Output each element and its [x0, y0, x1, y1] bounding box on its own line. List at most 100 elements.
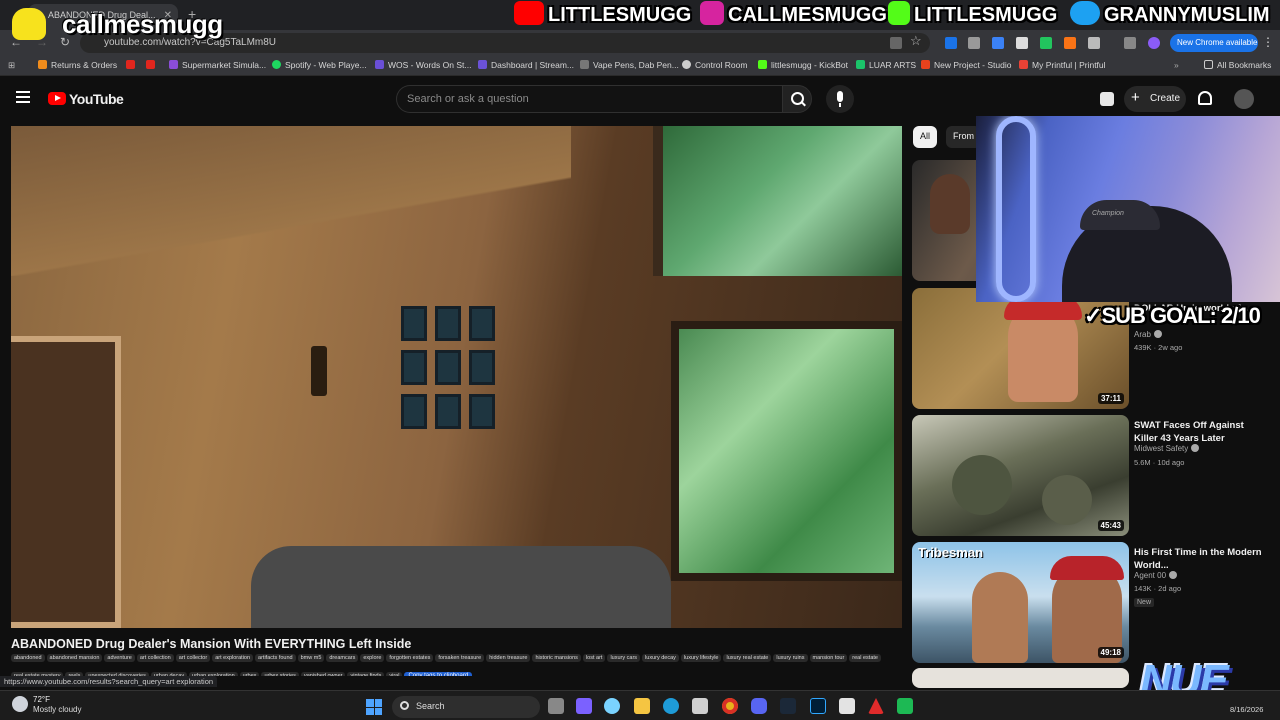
chrome-icon[interactable]	[722, 698, 738, 714]
windows-start-icon[interactable]	[366, 699, 382, 715]
video-tag[interactable]: dreamcars	[326, 654, 359, 662]
video-tag[interactable]: abandoned	[11, 654, 45, 662]
notepad-icon[interactable]	[839, 698, 855, 714]
microphone-icon[interactable]	[826, 85, 854, 113]
chip-all[interactable]: All	[913, 126, 938, 148]
bookmark-item[interactable]: Supermarket Simula...	[169, 60, 266, 70]
video-tag[interactable]: mansion tour	[809, 654, 848, 662]
bookmark-item[interactable]: New Project - Studio	[921, 60, 1011, 70]
video-tag[interactable]: viral	[386, 672, 403, 676]
bookmark-item[interactable]: My Printful | Printful	[1019, 60, 1106, 70]
weather-temperature[interactable]: 72°F	[33, 695, 50, 704]
studio-icon[interactable]	[1100, 92, 1114, 106]
bookmark-item[interactable]: Spotify - Web Playe...	[272, 60, 367, 70]
edge-icon[interactable]	[663, 698, 679, 714]
weather-cloud-icon[interactable]	[12, 696, 28, 712]
video-tag[interactable]: vintage finds	[347, 672, 385, 676]
teams-icon[interactable]	[576, 698, 592, 714]
bookmark-item[interactable]: Returns & Orders	[38, 60, 117, 70]
extension-icon[interactable]	[968, 37, 980, 49]
discord-icon[interactable]	[751, 698, 767, 714]
hamburger-menu-icon[interactable]	[16, 91, 30, 103]
video-tag[interactable]: historic mansions	[532, 654, 581, 662]
app-icon[interactable]	[897, 698, 913, 714]
profile-icon[interactable]	[1148, 37, 1160, 49]
video-tag[interactable]: urbex stories	[261, 672, 299, 676]
taskbar-search[interactable]: Search	[392, 696, 540, 718]
video-tag[interactable]: forsaken treasure	[435, 654, 485, 662]
video-tag[interactable]: hidden treasure	[486, 654, 531, 662]
recommendation-title[interactable]: His First Time in the Modern World...	[1134, 546, 1269, 572]
bookmark-item[interactable]: WOS - Words On St...	[375, 60, 471, 70]
extension-icon[interactable]	[945, 37, 957, 49]
extension-icon[interactable]	[1016, 37, 1028, 49]
recommendation-item[interactable]: 45:43 SWAT Faces Off Against Killer 43 Y…	[912, 415, 1272, 536]
bookmark-item[interactable]: LUAR ARTS	[856, 60, 916, 70]
video-tag[interactable]: luxury decay	[642, 654, 679, 662]
taskbar-date[interactable]: 8/16/2026	[1230, 705, 1263, 714]
bookmark-item[interactable]: Vape Pens, Dab Pen...	[580, 60, 679, 70]
video-tag[interactable]: artifacts found	[255, 654, 296, 662]
youtube-wordmark[interactable]: YouTube	[69, 91, 124, 107]
bookmark-item[interactable]: Control Room	[682, 60, 747, 70]
video-tag[interactable]: art collection	[136, 654, 174, 662]
streamer-name: callmesmugg	[62, 9, 223, 39]
recommendation-item[interactable]: Tribesman 49:18 His First Time in the Mo…	[912, 542, 1272, 663]
video-thumbnail[interactable]: 45:43	[912, 415, 1129, 536]
video-tag[interactable]: lost art	[582, 654, 606, 662]
bookmark-item[interactable]: Dashboard | Stream...	[478, 60, 574, 70]
bookmark-item[interactable]	[126, 60, 139, 70]
copilot-icon[interactable]	[604, 698, 620, 714]
weather-description[interactable]: Mostly cloudy	[33, 705, 81, 714]
search-input[interactable]: Search or ask a question	[396, 85, 782, 113]
photoshop-icon[interactable]	[810, 698, 826, 714]
notifications-bell-icon[interactable]	[1198, 91, 1212, 105]
video-tag[interactable]: forgotten estates	[386, 654, 434, 662]
new-chrome-available-button[interactable]: New Chrome available	[1170, 34, 1258, 52]
all-bookmarks-button[interactable]: All Bookmarks	[1204, 60, 1271, 70]
video-tag[interactable]: abandoned mansion	[46, 654, 103, 662]
store-icon[interactable]	[692, 698, 708, 714]
chevron-right-icon[interactable]: »	[1174, 60, 1179, 70]
video-tag[interactable]: real estate	[849, 654, 881, 662]
task-view-icon[interactable]	[548, 698, 564, 714]
copy-tags-button[interactable]: Copy tags to clipboard	[404, 672, 473, 676]
video-thumbnail[interactable]	[912, 668, 1129, 688]
recommendation-title[interactable]: SWAT Faces Off Against Killer 43 Years L…	[1134, 419, 1269, 445]
video-tag[interactable]: explore	[360, 654, 385, 662]
create-button[interactable]: + Create	[1124, 86, 1186, 112]
bookmark-favicon	[375, 60, 384, 69]
recommendation-channel[interactable]: Agent 00	[1134, 571, 1269, 580]
bookmark-item[interactable]: littlesmugg - KickBot	[758, 60, 848, 70]
steam-icon[interactable]	[780, 698, 796, 714]
video-tag[interactable]: urbex	[239, 672, 260, 676]
video-tag[interactable]: art collector	[175, 654, 211, 662]
video-tag[interactable]: luxury lifestyle	[680, 654, 722, 662]
puzzle-icon[interactable]	[1088, 37, 1100, 49]
search-icon[interactable]	[782, 85, 812, 113]
video-player[interactable]	[11, 126, 902, 628]
apps-grid-icon[interactable]: ⊞	[8, 60, 15, 71]
youtube-logo-icon[interactable]	[48, 92, 66, 105]
extension-icon[interactable]	[1064, 37, 1076, 49]
reading-list-icon[interactable]	[1124, 37, 1136, 49]
extension-icon[interactable]	[1040, 37, 1052, 49]
extension-icon[interactable]	[992, 37, 1004, 49]
bookmark-item[interactable]	[146, 60, 159, 70]
acrobat-icon[interactable]	[868, 698, 884, 714]
install-icon[interactable]	[890, 37, 902, 49]
video-thumbnail[interactable]: Tribesman 49:18	[912, 542, 1129, 663]
avatar[interactable]	[1234, 89, 1254, 109]
video-tag[interactable]: luxury cars	[607, 654, 641, 662]
video-tag[interactable]: vanished owner	[300, 672, 346, 676]
video-tag[interactable]: bmw m5	[297, 654, 325, 662]
star-icon[interactable]: ☆	[910, 33, 922, 49]
video-tag[interactable]: luxury ruins	[773, 654, 808, 662]
kebab-menu-icon[interactable]: ⋮	[1262, 35, 1274, 49]
video-tag[interactable]: adventure	[104, 654, 135, 662]
video-tag[interactable]: art exploration	[212, 654, 254, 662]
recommendation-channel[interactable]: Arab	[1134, 330, 1269, 339]
file-explorer-icon[interactable]	[634, 698, 650, 714]
video-tag[interactable]: luxury real estate	[723, 654, 772, 662]
recommendation-channel[interactable]: Midwest Safety	[1134, 444, 1269, 453]
